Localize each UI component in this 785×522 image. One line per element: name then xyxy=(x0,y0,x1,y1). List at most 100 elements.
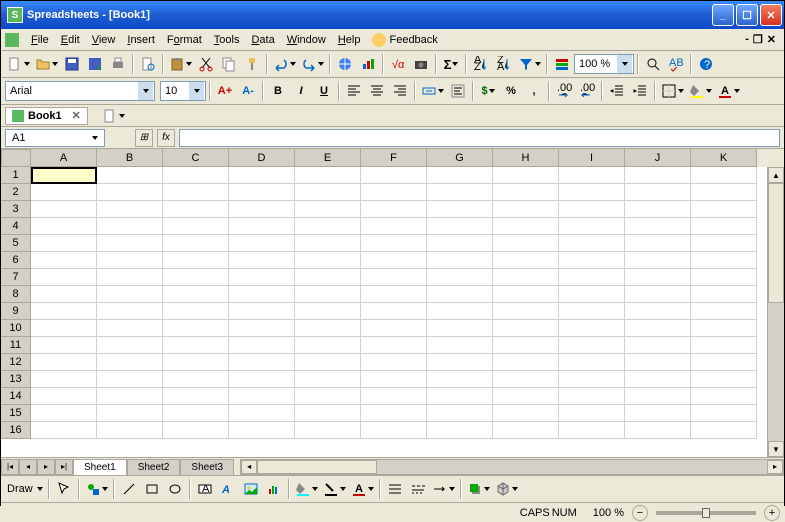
view-button[interactable] xyxy=(551,53,573,75)
decrease-font-button[interactable]: A- xyxy=(237,80,259,102)
font-name-input[interactable] xyxy=(6,85,138,97)
cell[interactable] xyxy=(361,201,427,218)
cell[interactable] xyxy=(97,303,163,320)
copy-button[interactable] xyxy=(218,53,240,75)
borders-button[interactable] xyxy=(659,80,686,102)
vertical-scrollbar[interactable]: ▲ ▼ xyxy=(767,167,784,457)
cell[interactable] xyxy=(691,269,757,286)
bold-button[interactable]: B xyxy=(267,80,289,102)
cell[interactable] xyxy=(163,405,229,422)
cell[interactable] xyxy=(361,235,427,252)
open-button[interactable] xyxy=(33,53,60,75)
cell[interactable] xyxy=(361,286,427,303)
cell[interactable] xyxy=(295,354,361,371)
cell[interactable] xyxy=(691,235,757,252)
cell[interactable] xyxy=(625,422,691,439)
menu-tools[interactable]: Tools xyxy=(208,34,246,46)
cell[interactable] xyxy=(427,252,493,269)
sort-desc-button[interactable]: ZA xyxy=(493,53,515,75)
cell[interactable] xyxy=(31,422,97,439)
row-header[interactable]: 1 xyxy=(1,167,31,184)
insert-picture-button[interactable] xyxy=(240,478,262,500)
cell[interactable] xyxy=(361,184,427,201)
horizontal-scrollbar[interactable]: ◂ ▸ xyxy=(240,459,784,475)
cell[interactable] xyxy=(361,320,427,337)
cell[interactable] xyxy=(691,422,757,439)
cell[interactable] xyxy=(163,184,229,201)
row-header[interactable]: 4 xyxy=(1,218,31,235)
cell[interactable] xyxy=(427,184,493,201)
cell[interactable] xyxy=(559,218,625,235)
cell[interactable] xyxy=(295,218,361,235)
sort-asc-button[interactable]: AZ xyxy=(470,53,492,75)
cell[interactable] xyxy=(31,167,97,184)
cell[interactable] xyxy=(97,252,163,269)
increase-decimal-button[interactable]: .00 xyxy=(553,80,575,102)
redo-button[interactable] xyxy=(299,53,326,75)
cell[interactable] xyxy=(97,218,163,235)
cell[interactable] xyxy=(229,354,295,371)
percent-button[interactable]: % xyxy=(500,80,522,102)
fill-color-button[interactable] xyxy=(687,80,714,102)
cell[interactable] xyxy=(493,235,559,252)
cell[interactable] xyxy=(97,405,163,422)
cell[interactable] xyxy=(229,184,295,201)
cell[interactable] xyxy=(493,388,559,405)
cell-grid[interactable] xyxy=(31,167,767,457)
cell[interactable] xyxy=(493,167,559,184)
cell[interactable] xyxy=(163,269,229,286)
help-button[interactable]: ? xyxy=(695,53,717,75)
cell[interactable] xyxy=(361,422,427,439)
cell[interactable] xyxy=(163,286,229,303)
column-header[interactable]: H xyxy=(493,149,559,167)
cell[interactable] xyxy=(427,269,493,286)
cell[interactable] xyxy=(163,252,229,269)
cell[interactable] xyxy=(229,371,295,388)
row-header[interactable]: 10 xyxy=(1,320,31,337)
cell[interactable] xyxy=(625,320,691,337)
cell[interactable] xyxy=(559,167,625,184)
cell[interactable] xyxy=(559,337,625,354)
column-header[interactable]: D xyxy=(229,149,295,167)
cell[interactable] xyxy=(427,371,493,388)
hscroll-thumb[interactable] xyxy=(257,460,377,474)
row-header[interactable]: 2 xyxy=(1,184,31,201)
column-header[interactable]: I xyxy=(559,149,625,167)
cell[interactable] xyxy=(427,303,493,320)
cell[interactable] xyxy=(31,269,97,286)
cell[interactable] xyxy=(691,184,757,201)
font-size-input[interactable] xyxy=(161,85,189,97)
row-header[interactable]: 16 xyxy=(1,422,31,439)
cell[interactable] xyxy=(691,354,757,371)
cell[interactable] xyxy=(97,269,163,286)
row-header[interactable]: 12 xyxy=(1,354,31,371)
fx-button[interactable]: fx xyxy=(157,129,175,147)
column-header[interactable]: G xyxy=(427,149,493,167)
cell[interactable] xyxy=(229,167,295,184)
formula-button[interactable]: √α xyxy=(387,53,409,75)
cell[interactable] xyxy=(229,269,295,286)
cell[interactable] xyxy=(163,354,229,371)
cell[interactable] xyxy=(493,218,559,235)
cell[interactable] xyxy=(625,218,691,235)
last-sheet-button[interactable]: ▸| xyxy=(55,459,73,475)
cell[interactable] xyxy=(493,286,559,303)
format-painter-button[interactable] xyxy=(241,53,263,75)
vscroll-thumb[interactable] xyxy=(768,183,784,303)
cell[interactable] xyxy=(295,286,361,303)
cell[interactable] xyxy=(427,337,493,354)
cell[interactable] xyxy=(163,201,229,218)
cell[interactable] xyxy=(97,184,163,201)
spelling-button[interactable]: ABC xyxy=(665,53,687,75)
prev-sheet-button[interactable]: ◂ xyxy=(19,459,37,475)
cell[interactable] xyxy=(295,184,361,201)
row-header[interactable]: 13 xyxy=(1,371,31,388)
cell[interactable] xyxy=(163,422,229,439)
cell[interactable] xyxy=(559,303,625,320)
cell[interactable] xyxy=(691,286,757,303)
cell[interactable] xyxy=(229,201,295,218)
cell[interactable] xyxy=(295,269,361,286)
cell[interactable] xyxy=(559,201,625,218)
align-right-button[interactable] xyxy=(389,80,411,102)
cell[interactable] xyxy=(559,388,625,405)
